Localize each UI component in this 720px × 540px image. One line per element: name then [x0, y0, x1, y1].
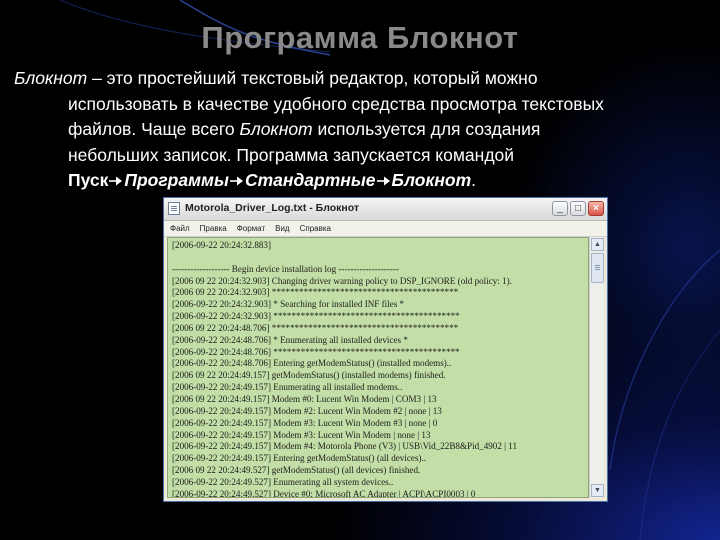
minimize-button[interactable]: _ [552, 201, 568, 216]
log-line: [2006-09-22 20:24:48.706] Entering getMo… [172, 358, 452, 369]
term-notepad: Блокнот [239, 119, 313, 139]
log-line: [2006-09-22 20:24:49.157] Modem #3: Luce… [172, 429, 431, 440]
para-line-2: использовать в качестве удобного средств… [68, 93, 604, 114]
notepad-window: Motorola_Driver_Log.txt - Блокнот _ □ × … [163, 197, 608, 502]
window-titlebar[interactable]: Motorola_Driver_Log.txt - Блокнот _ □ × [164, 198, 607, 221]
log-line: [2006-09-22 20:24:49.157] Modem #2: Luce… [172, 405, 442, 416]
arrow-right-icon [109, 176, 123, 186]
log-line: [2006-09-22 20:24:32.883] [172, 240, 272, 250]
path-standard: Стандартные [244, 170, 376, 190]
path-end: . [471, 170, 477, 190]
vertical-scrollbar[interactable]: ▲ ▼ [589, 237, 604, 498]
term-notepad: Блокнот [14, 68, 88, 88]
log-line: [2006-09-22 20:24:49.157] Modem #3: Luce… [172, 417, 438, 428]
maximize-button[interactable]: □ [570, 201, 586, 216]
log-line: [2006 09 22 20:24:49.527] getModemStatus… [172, 465, 421, 476]
scroll-down-arrow-icon[interactable]: ▼ [591, 484, 604, 497]
log-line: [2006-09-22 20:24:49.157] Enumerating al… [172, 382, 403, 393]
menu-edit[interactable]: Правка [200, 224, 227, 233]
command-path: Пуск Программы Стандартные Блокнот. [14, 168, 704, 194]
log-line: [2006-09-22 20:24:49.157] Entering getMo… [172, 453, 427, 464]
log-line: [2006-09-22 20:24:49.157] Modem #4: Moto… [172, 441, 518, 452]
scroll-up-arrow-icon[interactable]: ▲ [591, 238, 604, 251]
log-line: [2006-09-22 20:24:32.903] **************… [172, 311, 460, 322]
log-line: [2006 09 22 20:24:32.903] **************… [172, 287, 459, 298]
window-title: Motorola_Driver_Log.txt - Блокнот [185, 202, 360, 214]
text-area[interactable]: [2006-09-22 20:24:32.883] --------------… [167, 237, 589, 498]
menu-file[interactable]: Файл [170, 224, 190, 233]
para-text: используется для создания [312, 119, 541, 139]
scroll-thumb[interactable] [591, 253, 604, 283]
log-line: [2006 09 22 20:24:49.157] getModemStatus… [172, 370, 446, 381]
log-line: [2006-09-22 20:24:48.706] **************… [172, 346, 460, 357]
para-line-1: Блокнот – это простейший текстовый редак… [14, 66, 704, 92]
arrow-right-icon [376, 176, 390, 186]
path-start: Пуск [68, 170, 109, 190]
arrow-right-icon [229, 176, 243, 186]
slide-paragraph: Блокнот – это простейший текстовый редак… [14, 66, 704, 194]
log-line: [2006 09 22 20:24:48.706] **************… [172, 322, 459, 333]
para-text: файлов. Чаще всего [68, 119, 240, 139]
close-button[interactable]: × [588, 201, 604, 216]
menu-bar: Файл Правка Формат Вид Справка [164, 221, 607, 237]
para-line-4: небольших записок. Программа запускается… [68, 144, 515, 165]
slide-title: Программа Блокнот [201, 20, 519, 55]
log-line: [2006-09-22 20:24:49.527] Device #0: Mic… [172, 488, 476, 498]
log-line: [2006-09-22 20:24:48.706] * Enumerating … [172, 334, 408, 345]
menu-help[interactable]: Справка [300, 224, 331, 233]
log-line: ------------------- Begin device install… [172, 263, 399, 274]
path-notepad: Блокнот [391, 170, 472, 190]
menu-format[interactable]: Формат [237, 224, 265, 233]
path-programs: Программы [124, 170, 229, 190]
log-line: [2006-09-22 20:24:32.903] * Searching fo… [172, 299, 405, 310]
log-line: [2006-09-22 20:24:49.527] Enumerating al… [172, 476, 394, 487]
log-line: [2006 09 22 20:24:32.903] Changing drive… [172, 275, 512, 286]
menu-view[interactable]: Вид [275, 224, 289, 233]
para-text: – это простейший текстовый редактор, кот… [87, 68, 538, 88]
para-line-3: файлов. Чаще всего Блокнот используется … [14, 117, 704, 143]
notepad-icon [168, 202, 180, 215]
log-line: [2006 09 22 20:24:49.157] Modem #0: Luce… [172, 393, 437, 404]
